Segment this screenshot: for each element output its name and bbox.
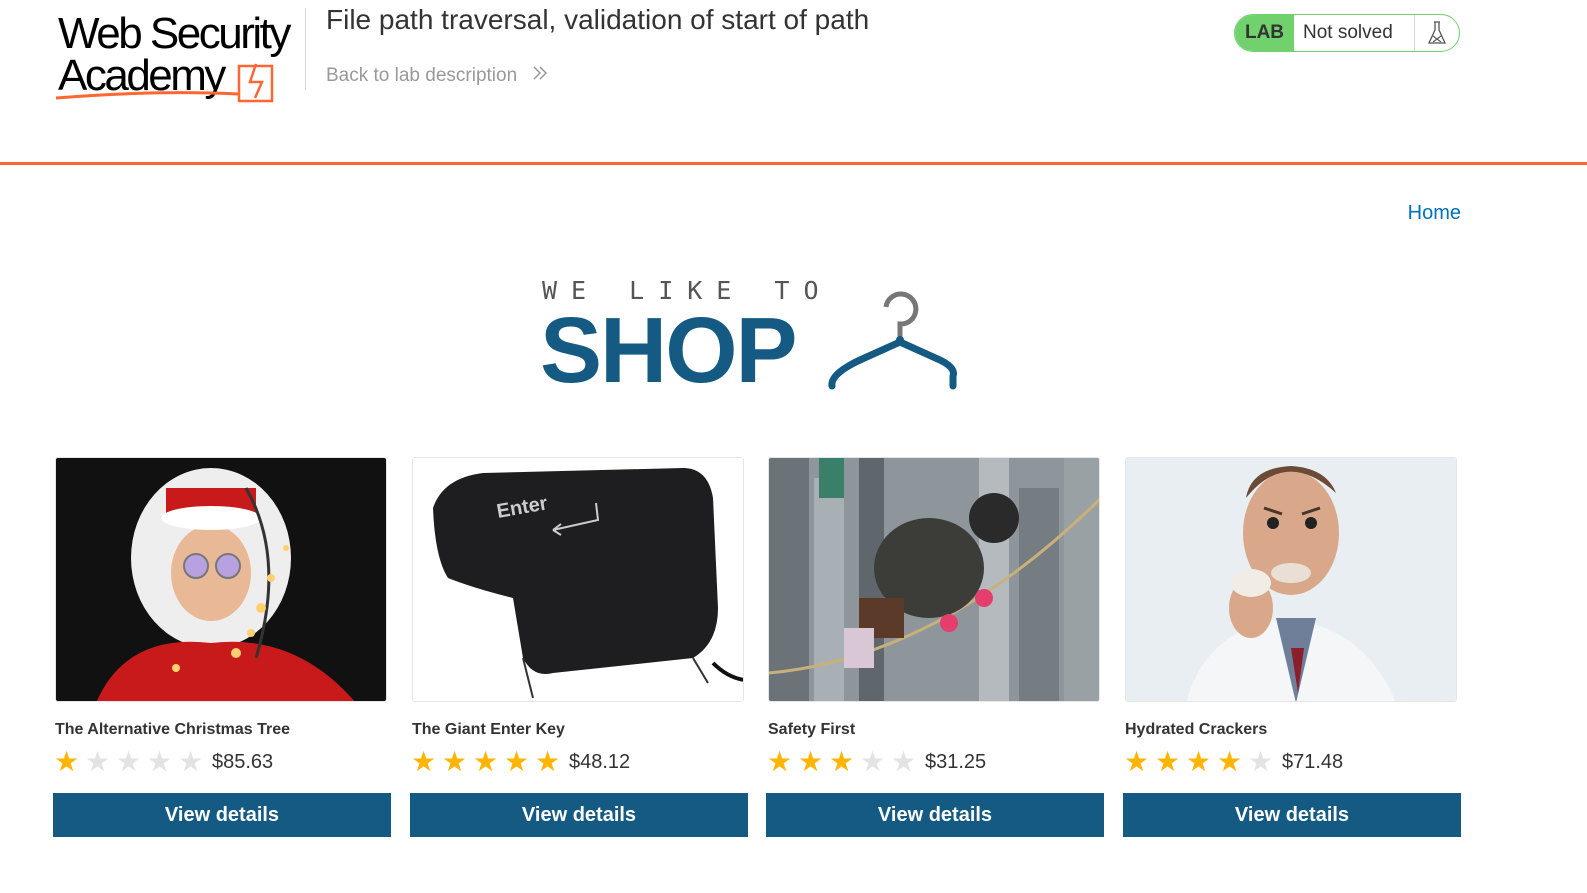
star-icon: ★ [147, 746, 173, 777]
back-link-label: Back to lab description [326, 65, 518, 86]
star-icon: ★ [504, 746, 530, 777]
star-icon: ★ [798, 746, 824, 777]
product-card: The Alternative Christmas Tree ★ ★ ★ ★ ★… [53, 457, 392, 837]
view-details-button[interactable]: View details [766, 793, 1104, 837]
lab-badge: LAB [1235, 15, 1294, 51]
product-name: Hydrated Crackers [1125, 721, 1268, 738]
lab-header: Web Security Academy File path traversal… [0, 0, 1587, 164]
star-icon: ★ [442, 746, 468, 777]
product-image-giant-enter-key: Enter [412, 457, 744, 702]
product-image-christmas-tree [55, 457, 387, 702]
product-card: Hydrated Crackers ★ ★ ★ ★ ★ $71.48 View … [1123, 457, 1462, 837]
web-security-academy-logo[interactable]: Web Security Academy [56, 8, 306, 103]
star-icon: ★ [829, 746, 855, 777]
star-icon: ★ [85, 746, 111, 777]
flask-icon [1414, 15, 1459, 51]
view-details-button[interactable]: View details [53, 793, 391, 837]
product-price: $85.63 [212, 750, 274, 773]
star-icon: ★ [1248, 746, 1274, 777]
product-price: $31.25 [925, 750, 987, 773]
star-icon: ★ [860, 746, 886, 777]
lab-title: File path traversal, validation of start… [326, 4, 870, 35]
product-name: Safety First [768, 721, 856, 738]
star-icon: ★ [767, 746, 793, 777]
home-link[interactable]: Home [1408, 202, 1461, 225]
product-rating: ★ ★ ★ ★ ★ $31.25 [767, 747, 986, 777]
header-divider [305, 8, 306, 90]
view-details-button[interactable]: View details [1123, 793, 1461, 837]
view-details-button[interactable]: View details [410, 793, 748, 837]
product-image-hydrated-crackers [1125, 457, 1457, 702]
logo-lightning-icon [56, 63, 274, 103]
star-icon: ★ [473, 746, 499, 777]
product-name: The Alternative Christmas Tree [55, 721, 291, 738]
product-rating: ★ ★ ★ ★ ★ $71.48 [1124, 747, 1343, 777]
star-icon: ★ [1124, 746, 1150, 777]
lab-status-widget: LAB Not solved [1234, 14, 1460, 52]
product-price: $48.12 [569, 750, 631, 773]
star-icon: ★ [178, 746, 204, 777]
product-name: The Giant Enter Key [412, 721, 565, 738]
double-chevron-right-icon [532, 65, 548, 87]
star-icon: ★ [411, 746, 437, 777]
star-icon: ★ [535, 746, 561, 777]
product-rating: ★ ★ ★ ★ ★ $85.63 [54, 747, 273, 777]
product-rating: ★ ★ ★ ★ ★ $48.12 [411, 747, 630, 777]
back-to-lab-description-link[interactable]: Back to lab description [326, 65, 548, 87]
star-icon: ★ [1155, 746, 1181, 777]
product-image-safety-first [768, 457, 1100, 702]
lab-status-text: Not solved [1303, 22, 1393, 43]
star-icon: ★ [891, 746, 917, 777]
shop-logo-word: SHOP [540, 298, 798, 402]
star-icon: ★ [1217, 746, 1243, 777]
we-like-to-shop-logo: WE LIKE TO SHOP [540, 270, 980, 400]
product-card: Enter The Giant Enter Key ★ ★ ★ ★ ★ $48.… [410, 457, 749, 837]
coat-hanger-icon [828, 291, 957, 390]
star-icon: ★ [54, 746, 80, 777]
header-orange-rule [0, 162, 1587, 165]
star-icon: ★ [116, 746, 142, 777]
product-card: Safety First ★ ★ ★ ★ ★ $31.25 View detai… [766, 457, 1105, 837]
star-icon: ★ [1186, 746, 1212, 777]
product-price: $71.48 [1282, 750, 1344, 773]
